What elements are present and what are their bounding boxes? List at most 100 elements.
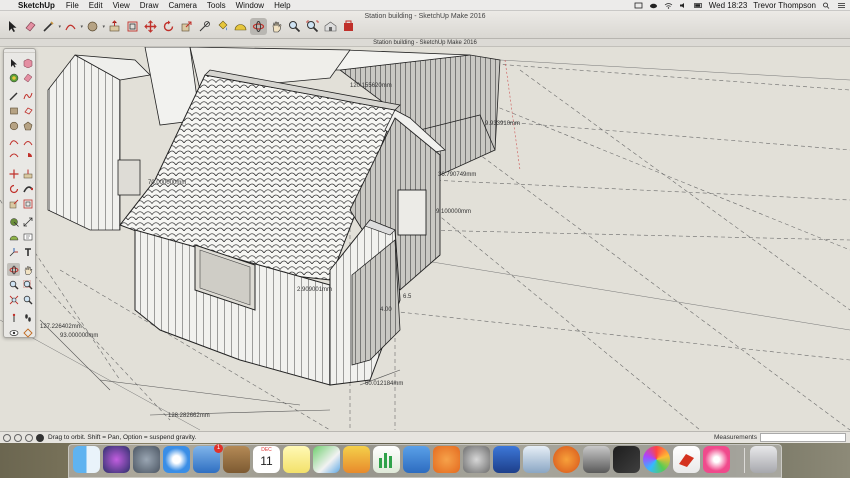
dock-siri-icon[interactable] bbox=[103, 446, 130, 473]
dimension-label[interactable]: 6.5 bbox=[403, 294, 411, 300]
palette-zoom-extents-button[interactable] bbox=[7, 293, 20, 306]
app-menu[interactable]: SketchUp bbox=[16, 1, 61, 10]
dock-calendar-icon[interactable]: DEC 11 bbox=[253, 446, 280, 473]
eraser-tool-button[interactable] bbox=[22, 18, 39, 35]
palette-orbit-button[interactable] bbox=[7, 263, 20, 276]
menu-edit[interactable]: Edit bbox=[84, 1, 108, 10]
dock-finder-icon[interactable] bbox=[73, 446, 100, 473]
dock-system-preferences-icon[interactable] bbox=[463, 446, 490, 473]
extension-warehouse-button[interactable] bbox=[340, 18, 357, 35]
select-tool-button[interactable] bbox=[4, 18, 21, 35]
palette-grab-handle[interactable] bbox=[4, 49, 35, 53]
user-account-icon[interactable] bbox=[25, 433, 33, 442]
zoom-extents-tool-button[interactable] bbox=[304, 18, 321, 35]
move-tool-button[interactable] bbox=[142, 18, 159, 35]
palette-eraser-button[interactable] bbox=[21, 71, 34, 84]
dock-preview-icon[interactable] bbox=[523, 446, 550, 473]
palette-2pt-arc-button[interactable] bbox=[21, 135, 34, 148]
palette-section-plane-button[interactable] bbox=[21, 326, 34, 339]
dock-mail-icon[interactable]: 1 bbox=[193, 444, 223, 473]
clock[interactable]: Wed 18:23 bbox=[709, 1, 748, 10]
volume-icon[interactable] bbox=[679, 2, 688, 9]
zoom-tool-button[interactable] bbox=[286, 18, 303, 35]
notification-icon[interactable] bbox=[634, 2, 643, 9]
measurements-input[interactable] bbox=[760, 433, 846, 442]
credits-icon[interactable] bbox=[14, 433, 22, 442]
3d-warehouse-button[interactable] bbox=[322, 18, 339, 35]
palette-3d-text-button[interactable] bbox=[21, 245, 34, 258]
dimension-label[interactable]: 4.00 bbox=[380, 307, 392, 313]
dock-launchpad-icon[interactable] bbox=[133, 446, 160, 473]
dimension-label[interactable]: 60.012184mm bbox=[365, 381, 403, 387]
orbit-tool-button[interactable] bbox=[250, 18, 267, 35]
palette-push-pull-button[interactable] bbox=[21, 167, 34, 180]
tape-measure-tool-button[interactable] bbox=[196, 18, 213, 35]
notification-center-icon[interactable] bbox=[837, 2, 846, 9]
palette-select-button[interactable] bbox=[7, 56, 20, 69]
palette-previous-view-button[interactable] bbox=[21, 293, 34, 306]
dimension-label[interactable]: 2.909001mm bbox=[297, 287, 332, 293]
palette-circle-button[interactable] bbox=[7, 119, 20, 132]
palette-dimension-button[interactable] bbox=[21, 215, 34, 228]
geo-location-icon[interactable] bbox=[3, 433, 11, 442]
model-viewport[interactable] bbox=[0, 47, 850, 431]
user-name[interactable]: Trevor Thompson bbox=[753, 1, 816, 10]
dock-numbers-icon[interactable] bbox=[373, 446, 400, 473]
dock-books-icon[interactable] bbox=[433, 446, 460, 473]
spotlight-search-icon[interactable] bbox=[822, 2, 831, 9]
text-tool-button[interactable] bbox=[214, 18, 231, 35]
dimension-label[interactable]: 93.000000mm bbox=[60, 333, 98, 339]
dock-contacts-icon[interactable] bbox=[223, 446, 250, 473]
palette-zoom-window-button[interactable] bbox=[21, 278, 34, 291]
palette-look-around-button[interactable] bbox=[7, 326, 20, 339]
menu-window[interactable]: Window bbox=[231, 1, 269, 10]
dock-istudio-icon[interactable] bbox=[553, 446, 580, 473]
dock-safari-icon[interactable] bbox=[163, 446, 190, 473]
palette-freehand-button[interactable] bbox=[21, 89, 34, 102]
palette-zoom-button[interactable] bbox=[7, 278, 20, 291]
palette-pie-button[interactable] bbox=[21, 150, 34, 163]
dimension-label[interactable]: 70.000000mm bbox=[148, 180, 186, 186]
palette-offset-button[interactable] bbox=[21, 197, 34, 210]
menu-view[interactable]: View bbox=[108, 1, 135, 10]
dimension-label[interactable]: 36.790749mm bbox=[438, 172, 476, 178]
palette-tape-measure-button[interactable] bbox=[7, 215, 20, 228]
dock-final-cut-icon[interactable] bbox=[613, 446, 640, 473]
cloud-icon[interactable] bbox=[649, 2, 658, 9]
menu-file[interactable]: File bbox=[61, 1, 84, 10]
dimension-label[interactable]: 9.933910mm bbox=[485, 121, 520, 127]
palette-protractor-button[interactable] bbox=[7, 230, 20, 243]
palette-3pt-arc-button[interactable] bbox=[7, 150, 20, 163]
menu-help[interactable]: Help bbox=[269, 1, 295, 10]
dock-stickies-icon[interactable] bbox=[343, 446, 370, 473]
palette-arc-button[interactable] bbox=[7, 135, 20, 148]
dock-trash-icon[interactable] bbox=[750, 446, 777, 473]
menu-camera[interactable]: Camera bbox=[163, 1, 201, 10]
shape-tool-button[interactable]: ▾ bbox=[84, 18, 105, 35]
palette-position-camera-button[interactable] bbox=[7, 311, 20, 324]
palette-paint-button[interactable] bbox=[7, 71, 20, 84]
dock-itunes-icon[interactable] bbox=[703, 446, 730, 473]
menu-draw[interactable]: Draw bbox=[135, 1, 164, 10]
palette-component-button[interactable] bbox=[21, 56, 34, 69]
dimension-label[interactable]: 127.226402mm bbox=[40, 324, 82, 330]
dock-pro-app-icon[interactable] bbox=[583, 446, 610, 473]
palette-polygon-button[interactable] bbox=[21, 119, 34, 132]
palette-line-button[interactable] bbox=[7, 89, 20, 102]
dimension-label[interactable]: 128.282662mm bbox=[168, 413, 210, 419]
dock-notes-icon[interactable] bbox=[283, 446, 310, 473]
menu-tools[interactable]: Tools bbox=[202, 1, 231, 10]
arc-tool-button[interactable]: ▾ bbox=[62, 18, 83, 35]
palette-walk-button[interactable] bbox=[21, 311, 34, 324]
palette-axes-button[interactable] bbox=[7, 245, 20, 258]
palette-rotated-rect-button[interactable] bbox=[21, 104, 34, 117]
palette-move-button[interactable] bbox=[7, 167, 20, 180]
dock-maps-icon[interactable] bbox=[313, 446, 340, 473]
palette-rectangle-button[interactable] bbox=[7, 104, 20, 117]
scale-tool-button[interactable] bbox=[178, 18, 195, 35]
push-pull-tool-button[interactable] bbox=[106, 18, 123, 35]
protractor-tool-button[interactable] bbox=[232, 18, 249, 35]
rotate-tool-button[interactable] bbox=[160, 18, 177, 35]
dock-sketchup-icon[interactable] bbox=[673, 446, 700, 473]
dock-keynote-icon[interactable] bbox=[403, 446, 430, 473]
